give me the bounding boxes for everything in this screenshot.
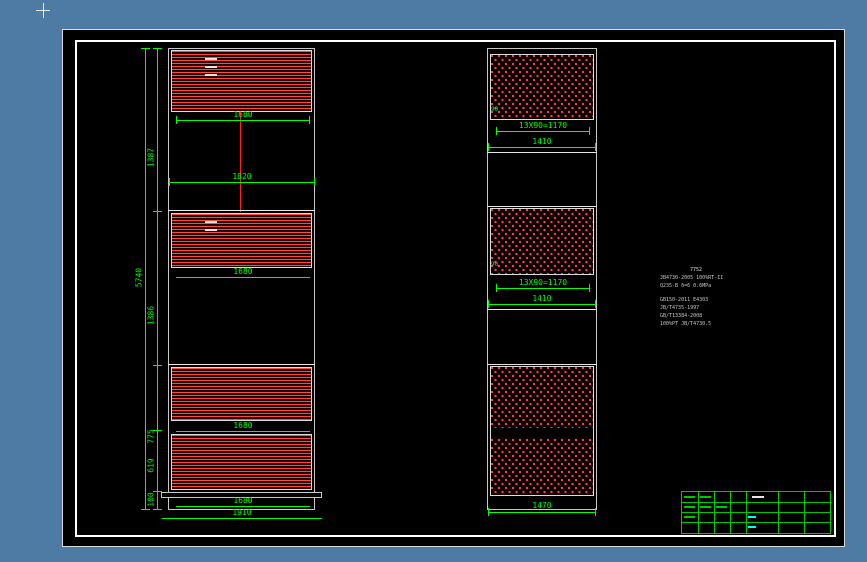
title-block-entry	[716, 506, 727, 508]
dim-line	[162, 518, 322, 519]
dim-text: 13X90=1170	[518, 278, 568, 287]
dim-tick	[314, 178, 315, 186]
title-block-entry	[752, 496, 764, 498]
dim-text: 1470	[532, 501, 552, 510]
perforated-section-1	[490, 54, 594, 120]
title-block-line	[778, 492, 779, 533]
louver-section-4	[171, 434, 312, 490]
dim-tick	[589, 284, 590, 292]
dim-text: 1410	[532, 294, 552, 303]
section-boundary-line	[487, 309, 597, 310]
title-block-entry	[684, 506, 695, 508]
note-line: 7752	[690, 267, 703, 273]
dim-text: 1680	[233, 110, 253, 119]
title-block-entry	[684, 516, 695, 518]
title-block-line	[714, 492, 715, 533]
dim-tick	[488, 508, 489, 516]
note-line: GB150-2011 E4303	[660, 297, 709, 303]
stiffener-band	[491, 428, 593, 437]
dim-tick	[589, 127, 590, 135]
note-line: JB4730-2005 100%RT-II	[660, 275, 724, 281]
title-block-entry	[748, 516, 756, 518]
note-line: GB/T13384-2008	[660, 313, 703, 319]
dim-line	[496, 131, 590, 132]
title-block-entry	[700, 506, 711, 508]
cad-drawing-area[interactable]: 1680 1820 1680 1680 1680 1910 1387 1386 …	[0, 0, 867, 562]
dim-line	[176, 277, 310, 278]
note-line: Q235-B δ=6 0.6MPa	[660, 283, 712, 289]
dim-text: 90	[491, 106, 499, 113]
dim-tick	[595, 300, 596, 308]
title-block-entry	[748, 526, 756, 528]
dim-text: 1386	[146, 305, 156, 326]
dim-tick	[153, 365, 162, 366]
dim-tick	[488, 300, 489, 308]
louver-section-1	[171, 50, 312, 112]
title-block-line	[804, 492, 805, 533]
dim-tick	[169, 178, 170, 186]
dim-line	[488, 512, 596, 513]
weld-mark	[205, 66, 217, 68]
dim-tick	[488, 143, 489, 151]
dim-text: 100	[146, 492, 156, 507]
section-boundary-line	[487, 364, 597, 365]
dim-chain-line	[157, 48, 158, 510]
louver-section-3	[171, 367, 312, 421]
dim-text: 1680	[233, 421, 253, 430]
title-block-line	[746, 492, 747, 533]
title-block-entry	[700, 496, 711, 498]
dim-text: 1680	[233, 496, 253, 505]
weld-mark	[205, 58, 217, 60]
louver-section-2	[171, 213, 312, 268]
section-boundary-line	[487, 152, 597, 153]
dim-text: 1910	[232, 508, 252, 517]
dim-line	[176, 431, 310, 432]
dim-tick	[496, 127, 497, 135]
section-boundary-line	[168, 210, 315, 211]
dim-tick	[595, 508, 596, 516]
title-block-line	[682, 522, 830, 523]
weld-mark	[205, 74, 217, 76]
section-boundary-line	[487, 206, 597, 207]
title-block-line	[682, 512, 830, 513]
dim-line	[176, 120, 310, 121]
dim-text: 1387	[146, 147, 156, 168]
dim-tick	[496, 284, 497, 292]
dim-line	[488, 304, 596, 305]
dim-line	[488, 147, 596, 148]
note-line: 100%PT JB/T4730.5	[660, 321, 712, 327]
title-block	[681, 491, 831, 534]
dim-text: 5740	[134, 267, 144, 288]
perforated-section-2	[490, 208, 594, 275]
dim-text: 619	[146, 458, 156, 473]
dim-tick	[176, 116, 177, 124]
note-line: JB/T4735-1997	[660, 305, 700, 311]
weld-mark	[205, 221, 217, 223]
dim-text: 90	[491, 261, 499, 268]
dim-line	[169, 182, 315, 183]
dim-text: 1410	[532, 137, 552, 146]
dim-text: 13X90=1170	[518, 121, 568, 130]
section-boundary-line	[168, 364, 315, 365]
weld-mark	[205, 229, 217, 231]
dim-tick	[595, 143, 596, 151]
dim-line	[176, 506, 310, 507]
center-line	[240, 112, 241, 212]
dim-line	[496, 288, 590, 289]
dim-tick	[153, 211, 162, 212]
dim-text: 1680	[233, 267, 253, 276]
title-block-line	[682, 502, 830, 503]
crosshair-cursor-icon	[43, 3, 44, 18]
dim-text: 1820	[232, 172, 252, 181]
title-block-entry	[684, 496, 695, 498]
dim-tick	[309, 116, 310, 124]
dim-tick	[153, 48, 162, 49]
dim-tick	[141, 48, 150, 49]
technical-notes: 7752 JB4730-2005 100%RT-II Q235-B δ=6 0.…	[660, 266, 770, 328]
title-block-line	[698, 492, 699, 533]
title-block-line	[730, 492, 731, 533]
